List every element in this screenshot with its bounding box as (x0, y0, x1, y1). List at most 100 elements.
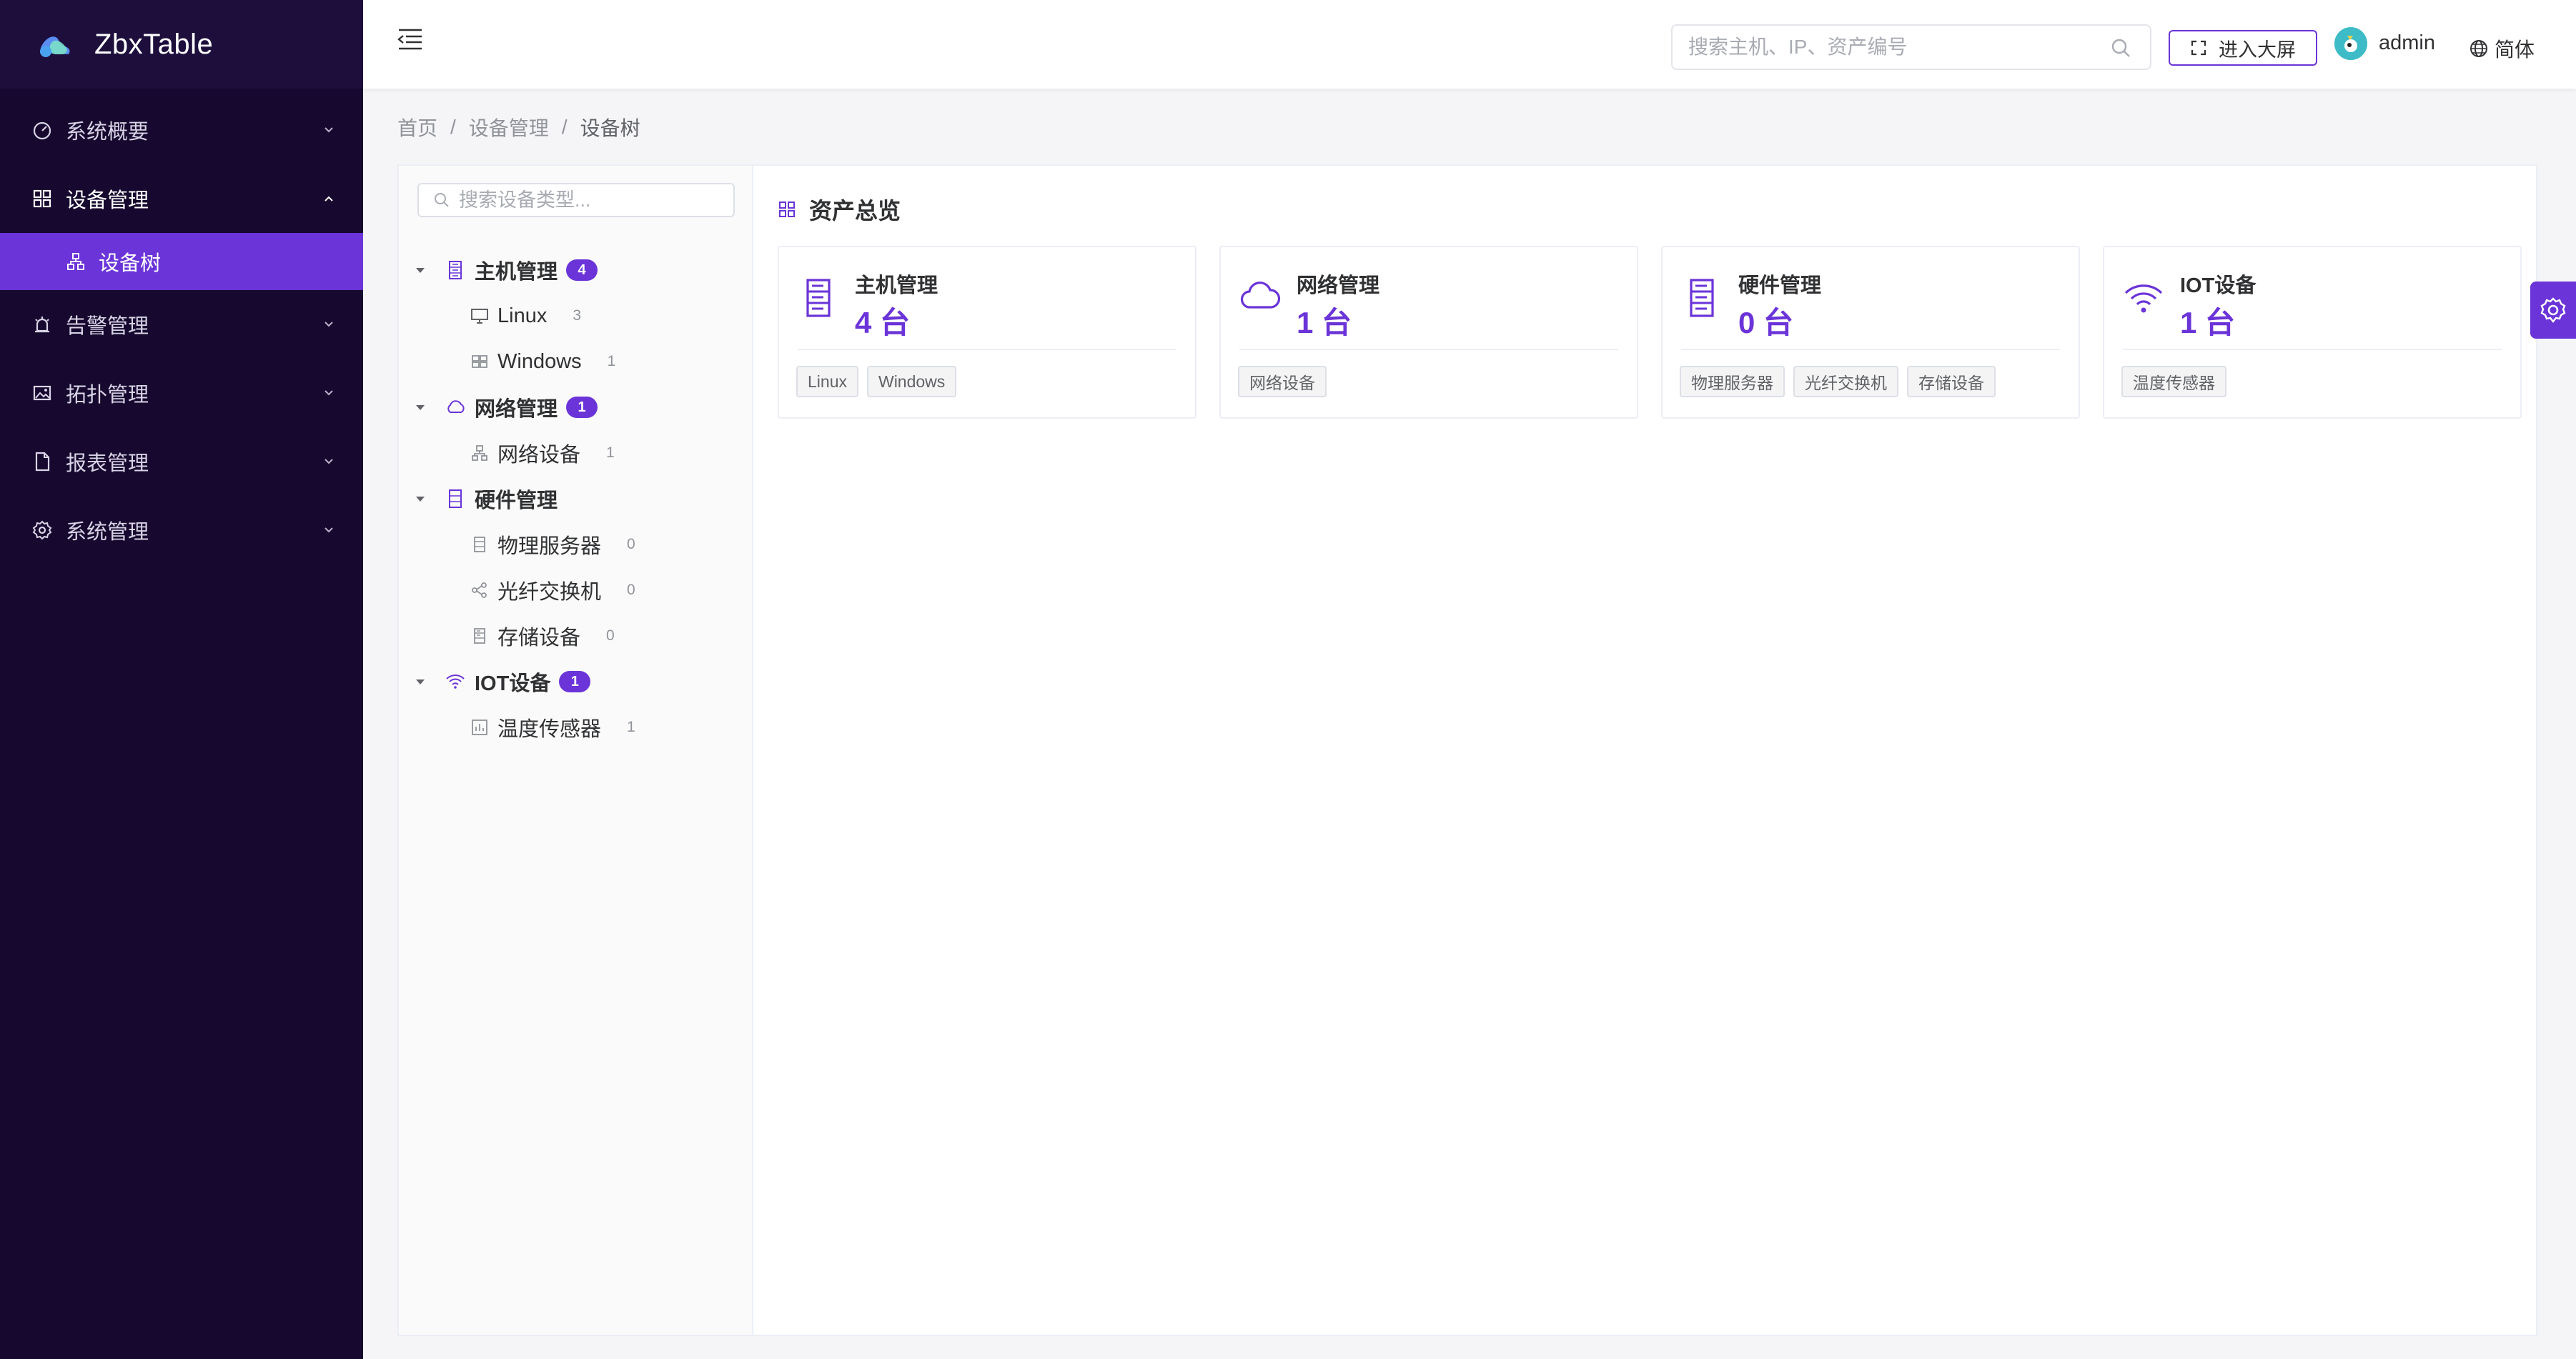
server-icon (449, 489, 462, 508)
share-icon (472, 582, 487, 598)
tree-icon (67, 253, 84, 270)
tree-node-label: 光纤交换机 (497, 581, 602, 604)
tree-search-input[interactable] (459, 189, 730, 211)
enter-bigscreen-button[interactable]: 进入大屏 (2169, 30, 2317, 66)
caret-down-icon[interactable] (415, 676, 426, 687)
tree-node-label: IOT设备 (475, 672, 551, 695)
dashboard-icon (33, 121, 51, 140)
collapse-menu-icon[interactable] (396, 27, 425, 51)
tree-node-iot-devices[interactable]: IOT设备 1 (399, 659, 753, 705)
tree-node-linux[interactable]: Linux 3 (399, 293, 753, 339)
app-title: ZbxTable (94, 28, 214, 60)
tree-node-hardware-management[interactable]: 硬件管理 (399, 476, 753, 522)
caret-down-icon[interactable] (415, 402, 426, 413)
tag[interactable]: 网络设备 (1238, 366, 1327, 397)
avatar[interactable] (2334, 27, 2367, 60)
asset-card-count: 1 台 (2180, 306, 2236, 339)
chevron-down-icon (325, 127, 333, 133)
global-search[interactable] (1671, 24, 2151, 70)
sidebar-item-overview[interactable]: 系统概要 (0, 96, 363, 164)
breadcrumb-separator: / (450, 116, 456, 138)
sidebar-item-topology[interactable]: 拓扑管理 (0, 359, 363, 427)
tree-node-count: 1 (627, 719, 635, 735)
tree-node-fiber-switch[interactable]: 光纤交换机 0 (399, 567, 753, 613)
tree-node-label: 存储设备 (497, 627, 581, 649)
globe-icon (2470, 40, 2487, 57)
sidebar-item-label: 告警管理 (66, 315, 149, 338)
sidebar-item-system[interactable]: 系统管理 (0, 496, 363, 564)
cloud-icon (1240, 282, 1281, 309)
asset-card-count: 4 台 (855, 306, 911, 339)
breadcrumb-home[interactable]: 首页 (397, 113, 437, 141)
sidebar-item-alarm[interactable]: 告警管理 (0, 290, 363, 359)
caret-down-icon[interactable] (415, 264, 426, 276)
tag[interactable]: Windows (866, 366, 957, 397)
divider (798, 349, 1176, 350)
tree-node-badge: 1 (566, 397, 598, 418)
tree-node-count: 3 (573, 307, 582, 324)
sidebar-item-report[interactable]: 报表管理 (0, 427, 363, 496)
image-icon (33, 385, 51, 401)
tag[interactable]: Linux (796, 366, 858, 397)
asset-card-hardware[interactable]: 硬件管理 0 台 物理服务器 光纤交换机 存储设备 (1661, 246, 2080, 419)
settings-drawer-button[interactable] (2530, 282, 2576, 339)
asset-card-tags: Linux Windows (796, 366, 965, 397)
tag[interactable]: 物理服务器 (1680, 366, 1785, 397)
storage-icon (474, 628, 485, 644)
tree-node-label: 温度传感器 (497, 718, 602, 741)
asset-card-host[interactable]: 主机管理 4 台 Linux Windows (778, 246, 1197, 419)
grid-icon (779, 201, 795, 217)
tree-search[interactable] (417, 183, 735, 217)
language-switch[interactable]: 简体 (2469, 34, 2535, 63)
user-name[interactable]: admin (2379, 31, 2435, 55)
tree-node-temperature-sensor[interactable]: 温度传感器 1 (399, 705, 753, 750)
breadcrumb: 首页 / 设备管理 / 设备树 (397, 113, 640, 141)
wifi-icon (2124, 284, 2163, 313)
chevron-down-icon (325, 459, 333, 464)
windows-icon (472, 355, 487, 368)
sidebar-menu: 系统概要 设备管理 设备树 告警管理 拓扑管理 报表管理 系统管理 (0, 89, 363, 564)
tree-node-network-management[interactable]: 网络管理 1 (399, 384, 753, 430)
alarm-icon (35, 317, 49, 333)
sidebar-item-label: 拓扑管理 (66, 384, 149, 407)
asset-cards: 主机管理 4 台 Linux Windows 网络管理 1 台 网络设备 硬件管… (778, 246, 2545, 419)
asset-card-iot[interactable]: IOT设备 1 台 温度传感器 (2103, 246, 2522, 419)
tree-node-label: 网络管理 (475, 398, 558, 421)
tree-node-windows[interactable]: Windows 1 (399, 339, 753, 384)
tree-node-storage-device[interactable]: 存储设备 0 (399, 613, 753, 659)
tag[interactable]: 光纤交换机 (1793, 366, 1898, 397)
asset-card-name: 网络管理 (1297, 274, 1380, 297)
asset-overview-title: 资产总览 (778, 193, 901, 226)
sidebar-subitem-label: 设备树 (99, 252, 162, 275)
content-panel: 主机管理 4 Linux 3 Windows 1 网络管理 1 (397, 164, 2537, 1336)
breadcrumb-device-management[interactable]: 设备管理 (469, 113, 549, 141)
tree-node-host-management[interactable]: 主机管理 4 (399, 247, 753, 293)
sidebar-item-device-management[interactable]: 设备管理 (0, 164, 363, 233)
asset-card-tags: 网络设备 (1238, 366, 1335, 397)
global-search-input[interactable] (1688, 36, 2089, 59)
network-icon (472, 445, 487, 461)
tree-node-badge: 1 (559, 671, 591, 692)
tree-node-network-device[interactable]: 网络设备 1 (399, 430, 753, 476)
tag[interactable]: 温度传感器 (2121, 366, 2226, 397)
sidebar-item-device-tree[interactable]: 设备树 (0, 233, 363, 290)
asset-card-name: 主机管理 (855, 274, 938, 297)
tree-node-label: 物理服务器 (497, 535, 602, 558)
tree-node-label: Linux (497, 304, 548, 327)
gear-icon (2540, 297, 2566, 323)
asset-card-network[interactable]: 网络管理 1 台 网络设备 (1219, 246, 1638, 419)
search-icon[interactable] (2110, 37, 2131, 59)
fullscreen-icon (2191, 40, 2206, 56)
tree-node-label: 主机管理 (475, 261, 558, 284)
tree-node-physical-server[interactable]: 物理服务器 0 (399, 522, 753, 567)
tag[interactable]: 存储设备 (1907, 366, 1996, 397)
monitor-icon (471, 309, 488, 324)
tree-node-label: Windows (497, 349, 582, 373)
gear-icon (32, 520, 52, 540)
asset-card-tags: 温度传感器 (2121, 366, 2235, 397)
chevron-down-icon (325, 527, 333, 533)
language-label: 简体 (2495, 39, 2535, 61)
caret-down-icon[interactable] (415, 493, 426, 504)
logo[interactable]: ZbxTable (0, 0, 363, 89)
chart-box-icon (472, 720, 487, 735)
